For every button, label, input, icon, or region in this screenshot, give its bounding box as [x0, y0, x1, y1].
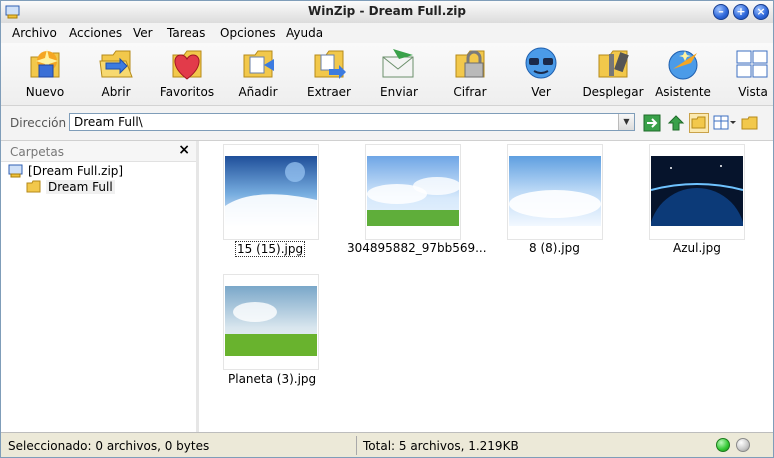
toolbar-favoritos-button[interactable]: Favoritos [158, 45, 216, 103]
toolbar-label: Abrir [101, 85, 131, 99]
image-preview-sky [225, 156, 317, 226]
menu-ver[interactable]: Ver [133, 26, 153, 40]
toolbar-extraer-button[interactable]: Extraer [305, 45, 353, 103]
image-preview-planet [651, 156, 743, 226]
image-preview-clouds [509, 156, 601, 226]
extract-icon [314, 50, 346, 79]
address-value: Dream Full\ [74, 115, 143, 129]
toolbar-desplegar-button[interactable]: Desplegar [582, 45, 644, 103]
status-green-light-icon [716, 438, 730, 452]
toolbar-anadir-button[interactable]: Añadir [234, 45, 282, 103]
maximize-button[interactable]: + [733, 4, 749, 20]
toolbar-cifrar-button[interactable]: Cifrar [450, 45, 490, 103]
address-label: Dirección [10, 116, 67, 130]
status-gray-light-icon [736, 438, 750, 452]
toolbar-label: Ver [531, 85, 551, 99]
new-archive-icon [30, 49, 60, 78]
folders-panel-header: Carpetas × [1, 141, 196, 162]
new-folder-icon[interactable] [741, 114, 759, 132]
file-name[interactable]: Azul.jpg [673, 241, 721, 255]
file-thumbnail[interactable] [507, 144, 603, 240]
send-mail-icon [382, 49, 414, 78]
toolbar-label: Favoritos [159, 85, 215, 99]
go-arrow-icon[interactable] [643, 114, 661, 132]
menu-archivo[interactable]: Archivo [12, 26, 57, 40]
file-thumbnail[interactable] [365, 144, 461, 240]
toolbar-label: Asistente [655, 85, 711, 99]
folder-icon [26, 180, 41, 193]
toolbar-nuevo-button[interactable]: Nuevo [19, 45, 71, 103]
toolbar: Nuevo Abrir Favoritos Añadir Extraer Env… [1, 43, 773, 106]
file-list: 15 (15).jpg 304895882_97bb569... 8 (8).j… [199, 141, 773, 432]
menu-tareas[interactable]: Tareas [167, 26, 205, 40]
address-dropdown-icon[interactable]: ▼ [618, 114, 634, 130]
folders-panel-title: Carpetas [10, 145, 64, 159]
status-divider [356, 436, 357, 455]
wizard-icon [668, 50, 698, 80]
folders-panel-close-icon[interactable]: × [178, 142, 190, 158]
open-icon [99, 50, 133, 78]
title-bar: WinZip - Dream Full.zip – + × [1, 1, 773, 24]
add-files-icon [243, 50, 274, 78]
address-bar: Dirección Dream Full\ ▼ [1, 106, 773, 141]
file-name[interactable]: 304895882_97bb569... [347, 241, 487, 255]
encrypt-lock-icon [455, 50, 485, 78]
toolbar-label: Cifrar [453, 85, 487, 99]
menu-bar: Archivo Acciones Ver Tareas Opciones Ayu… [1, 23, 773, 43]
tree-item-label: [Dream Full.zip] [28, 164, 124, 178]
view-options-icon[interactable] [713, 114, 737, 132]
toolbar-label: Enviar [380, 85, 418, 99]
toolbar-label: Desplegar [582, 85, 644, 99]
folders-panel: Carpetas × [Dream Full.zip] Dream Full [1, 141, 199, 432]
minimize-button[interactable]: – [713, 4, 729, 20]
file-thumbnail[interactable] [223, 274, 319, 370]
menu-opciones[interactable]: Opciones [220, 26, 276, 40]
up-folder-icon[interactable] [667, 114, 685, 132]
unzip-icon [598, 50, 629, 78]
toolbar-label: Extraer [307, 85, 351, 99]
toolbar-label: Añadir [238, 85, 278, 99]
status-total: Total: 5 archivos, 1.219KB [363, 439, 519, 453]
tree-item-archive[interactable]: [Dream Full.zip] [8, 163, 168, 179]
address-input[interactable]: Dream Full\ ▼ [69, 113, 635, 131]
toolbar-label: Nuevo [25, 85, 65, 99]
favorites-heart-icon [172, 50, 202, 80]
toolbar-abrir-button[interactable]: Abrir [94, 45, 138, 103]
status-selected: Seleccionado: 0 archivos, 0 bytes [8, 439, 210, 453]
toolbar-ver-button[interactable]: Ver [521, 45, 561, 103]
toolbar-label: Vista [738, 85, 768, 99]
file-name[interactable]: Planeta (3).jpg [228, 372, 316, 386]
image-preview-meadow [367, 156, 459, 226]
toolbar-vista-button[interactable]: Vista [732, 45, 773, 103]
file-thumbnail[interactable] [223, 144, 319, 240]
file-name[interactable]: 15 (15).jpg [235, 241, 306, 257]
view-mode-icon [736, 50, 768, 78]
status-bar: Seleccionado: 0 archivos, 0 bytes Total:… [1, 432, 773, 457]
folders-toggle-icon[interactable] [689, 113, 709, 133]
toolbar-asistente-button[interactable]: Asistente [655, 45, 711, 103]
toolbar-enviar-button[interactable]: Enviar [379, 45, 419, 103]
tree-item-label: Dream Full [46, 180, 115, 194]
menu-acciones[interactable]: Acciones [69, 26, 122, 40]
window-title: WinZip - Dream Full.zip [307, 4, 467, 18]
close-button[interactable]: × [753, 4, 769, 20]
file-name[interactable]: 8 (8).jpg [529, 241, 580, 255]
view-glasses-icon [525, 47, 557, 79]
menu-ayuda[interactable]: Ayuda [286, 26, 323, 40]
tree-item-folder[interactable]: Dream Full [26, 179, 186, 195]
zip-archive-icon [8, 164, 23, 178]
image-preview-planet-field [225, 286, 317, 356]
file-thumbnail[interactable] [649, 144, 745, 240]
winzip-window: WinZip - Dream Full.zip – + × Archivo Ac… [0, 0, 774, 458]
